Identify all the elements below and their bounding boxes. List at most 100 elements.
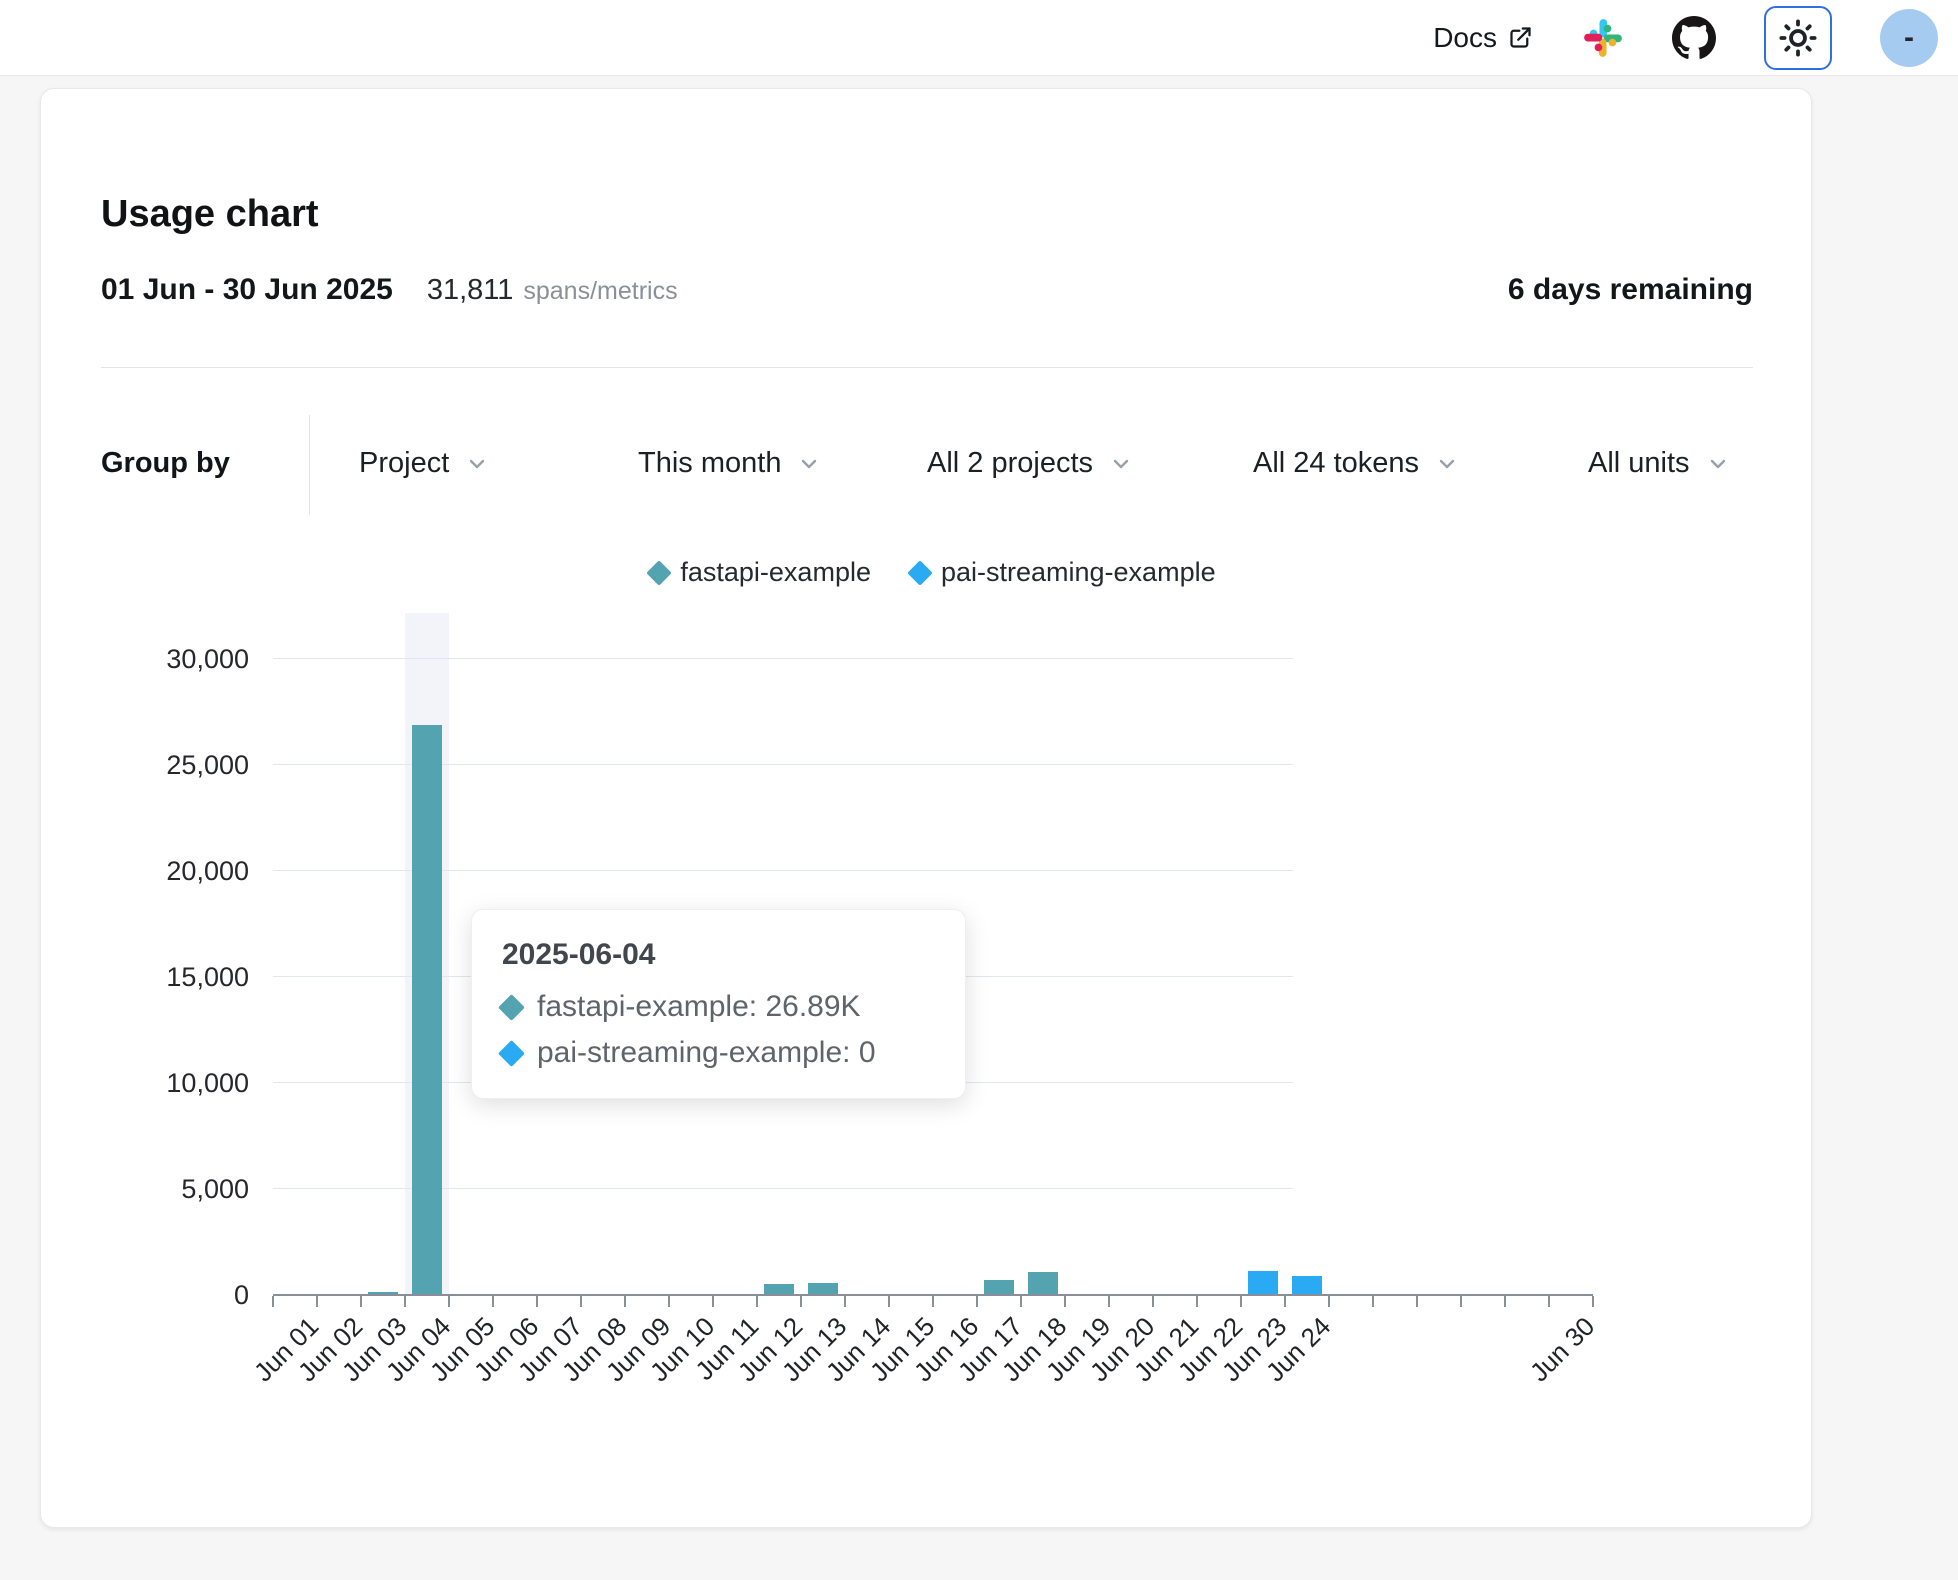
x-axis-tick-label: Jun 08 [556,1311,633,1388]
usage-card: Usage chart 01 Jun - 30 Jun 2025 31,811 … [40,88,1812,1528]
x-axis-tick-label: Jun 16 [908,1311,985,1388]
x-axis-tick [668,1296,670,1307]
bar-fastapi-example-jun-17[interactable] [984,1280,1014,1295]
bar-fastapi-example-jun-04[interactable] [412,725,442,1295]
legend-item-pai-streaming-example[interactable]: pai-streaming-example [911,557,1216,588]
bar-pai-streaming-example-jun-23[interactable] [1248,1271,1278,1295]
tooltip-row: fastapi-example: 26.89K [502,990,935,1024]
x-axis-tick [580,1296,582,1307]
x-axis-tick-label: Jun 10 [644,1311,721,1388]
x-axis-tick [492,1296,494,1307]
y-axis-tick-label: 0 [101,1280,249,1311]
days-remaining: 6 days remaining [1508,273,1753,307]
x-axis-tick-label: Jun 30 [1524,1311,1601,1388]
bar-fastapi-example-jun-13[interactable] [808,1283,838,1295]
tooltip-row: pai-streaming-example: 0 [502,1036,935,1070]
page-title: Usage chart [101,193,319,236]
x-axis-tick [404,1296,406,1307]
section-divider [101,367,1753,368]
x-axis-tick [800,1296,802,1307]
x-axis-tick-label: Jun 13 [776,1311,853,1388]
bar-fastapi-example-jun-12[interactable] [764,1284,794,1295]
top-navigation-bar: Docs [0,0,1958,76]
x-axis-tick [888,1296,890,1307]
x-axis-tick [1240,1296,1242,1307]
diamond-icon [907,560,932,585]
tooltip-date: 2025-06-04 [502,938,935,972]
diamond-icon [498,994,525,1021]
x-axis-tick-label: Jun 07 [512,1311,589,1388]
chevron-down-icon [1706,452,1730,476]
y-axis-tick-label: 30,000 [101,644,249,675]
x-axis-tick [624,1296,626,1307]
x-axis-tick [1328,1296,1330,1307]
legend-item-fastapi-example[interactable]: fastapi-example [650,557,871,588]
x-axis-tick [1416,1296,1418,1307]
external-link-icon [1507,24,1534,51]
docs-label: Docs [1433,22,1497,54]
x-axis-tick [1548,1296,1550,1307]
chevron-down-icon [1109,452,1133,476]
total-unit: spans/metrics [523,277,677,306]
total-count: 31,811 [427,274,514,307]
bar-fastapi-example-jun-18[interactable] [1028,1272,1058,1295]
x-axis-tick-label: Jun 21 [1128,1311,1205,1388]
filter-projects[interactable]: All 2 projects [927,447,1133,480]
x-axis-tick-label: Jun 23 [1216,1311,1293,1388]
y-axis-tick-label: 25,000 [101,750,249,781]
y-axis-tick-label: 10,000 [101,1068,249,1099]
chevron-down-icon [1435,452,1459,476]
filter-time-range[interactable]: This month [638,447,821,480]
x-axis-tick [316,1296,318,1307]
bar-pai-streaming-example-jun-24[interactable] [1292,1276,1322,1295]
group-by-label: Group by [101,447,230,480]
avatar-label: - [1904,21,1914,55]
x-axis-tick-label: Jun 22 [1172,1311,1249,1388]
x-axis-tick-label: Jun 02 [292,1311,369,1388]
x-axis-tick [1592,1296,1594,1307]
filter-toolbar: Group by Project This month All 2 projec… [41,415,1813,515]
x-axis-tick-label: Jun 20 [1084,1311,1161,1388]
y-gridline [273,658,1293,659]
x-axis-tick-label: Jun 01 [248,1311,325,1388]
bar-fastapi-example-jun-03[interactable] [368,1292,398,1295]
x-axis-tick [360,1296,362,1307]
chart-legend: fastapi-example pai-streaming-example [273,557,1593,588]
theme-toggle-button[interactable] [1764,6,1832,70]
x-axis-tick-label: Jun 12 [732,1311,809,1388]
date-range: 01 Jun - 30 Jun 2025 [101,273,393,307]
github-icon[interactable] [1672,16,1716,60]
x-axis-tick [932,1296,934,1307]
x-axis-tick [1460,1296,1462,1307]
x-axis-line [273,1294,1593,1296]
page: Docs [0,0,1958,1580]
slack-icon[interactable] [1582,17,1624,59]
x-axis-tick [1064,1296,1066,1307]
x-axis-tick [1372,1296,1374,1307]
user-avatar[interactable]: - [1880,9,1938,67]
billing-period-row: 01 Jun - 30 Jun 2025 31,811 spans/metric… [101,273,1753,307]
filter-group-by-project[interactable]: Project [359,447,489,480]
x-axis-tick [976,1296,978,1307]
x-axis-tick [448,1296,450,1307]
x-axis-tick-label: Jun 09 [600,1311,677,1388]
x-axis-tick [756,1296,758,1307]
chevron-down-icon [797,452,821,476]
x-axis-tick [272,1296,274,1307]
x-axis-tick-label: Jun 24 [1260,1311,1337,1388]
sun-icon [1779,19,1817,57]
vertical-divider [309,415,310,515]
x-axis-tick [712,1296,714,1307]
x-axis-tick-label: Jun 04 [380,1311,457,1388]
docs-link[interactable]: Docs [1433,22,1534,54]
x-axis-tick-label: Jun 17 [952,1311,1029,1388]
x-axis-tick-label: Jun 11 [689,1311,765,1387]
filter-tokens[interactable]: All 24 tokens [1253,447,1459,480]
y-axis-tick-label: 15,000 [101,962,249,993]
y-axis-tick-label: 20,000 [101,856,249,887]
x-axis-tick [1284,1296,1286,1307]
x-axis-tick-label: Jun 06 [468,1311,545,1388]
y-axis-tick-label: 5,000 [101,1174,249,1205]
filter-units[interactable]: All units [1588,447,1730,480]
chart-tooltip: 2025-06-04 fastapi-example: 26.89K pai-s… [471,909,966,1099]
